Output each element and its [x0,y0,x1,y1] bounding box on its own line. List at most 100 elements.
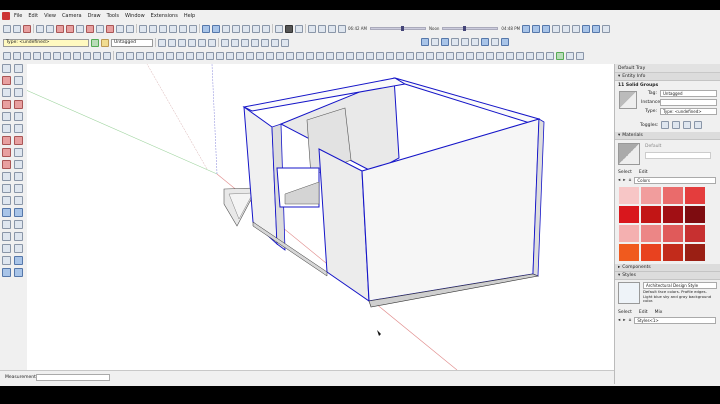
material-swatch[interactable] [685,244,705,261]
share-icon[interactable] [23,51,31,60]
array-icon[interactable] [336,51,344,60]
house-icon-4[interactable] [251,38,259,47]
line-icon[interactable] [36,24,44,33]
join-icon[interactable] [266,51,274,60]
instance-field[interactable] [660,98,717,106]
section-fill-icon[interactable] [491,38,499,46]
shadow-time-slider[interactable] [370,26,426,31]
front-view-icon[interactable] [542,24,551,33]
rectangle-tool-icon[interactable] [2,100,11,109]
styles-select-tab[interactable]: Select [618,310,632,315]
pan-tool-icon[interactable] [14,208,23,217]
look-around-icon[interactable] [328,24,336,33]
scale-tool-icon[interactable] [386,51,394,60]
axes-icon[interactable] [179,24,187,33]
shadow-receive-icon[interactable] [683,121,692,129]
export-icon[interactable] [486,51,494,60]
report-icon[interactable] [506,51,514,60]
model-viewport[interactable] [27,64,614,370]
top-view-icon[interactable] [532,24,541,33]
rotated-rect-icon[interactable] [14,100,23,109]
zoom-extents-icon[interactable] [232,24,240,33]
arc-icon[interactable] [46,24,54,33]
menu-camera[interactable]: Camera [62,13,82,19]
eraser-tool-icon[interactable] [14,76,23,85]
menu-view[interactable]: View [44,13,56,19]
zoom-tool-icon[interactable] [2,220,11,229]
house-icon-6[interactable] [271,38,279,47]
paste-in-place-icon[interactable] [376,51,384,60]
lock-icon[interactable] [206,51,214,60]
circle-tool-icon[interactable] [2,112,11,121]
material-swatch[interactable] [619,187,639,204]
tag-pencil-icon[interactable] [101,38,109,47]
material-collection-select[interactable]: Colors [634,176,716,184]
move-tool-icon[interactable] [2,136,11,145]
weld-icon[interactable] [256,51,264,60]
xray-icon[interactable] [582,24,591,33]
smoove-icon[interactable] [63,51,71,60]
offset-icon[interactable] [126,24,134,33]
material-name-field[interactable] [645,152,711,159]
camera-icon[interactable] [318,24,326,33]
visibility-toggle-icon[interactable] [694,121,703,129]
style-collection-select[interactable]: Styles<1> [634,316,716,324]
reverse-faces-icon[interactable] [226,51,234,60]
divide-icon[interactable] [276,51,284,60]
protractor-tool-icon[interactable] [2,184,11,193]
make-component-icon[interactable] [14,64,23,73]
house-icon-1[interactable] [221,38,229,47]
undo-icon[interactable] [242,24,250,33]
push-pull-icon[interactable] [86,24,94,33]
scene-icon[interactable] [466,51,474,60]
menu-window[interactable]: Window [125,13,145,19]
house-icon-3[interactable] [241,38,249,47]
scale-icon[interactable] [116,24,124,33]
zoom-window-icon[interactable] [14,220,23,229]
intersect-icon[interactable] [126,51,134,60]
shell-icon[interactable] [326,51,334,60]
forward-arrow-icon[interactable]: ▸ [623,178,625,183]
zoom-icon[interactable] [222,24,230,33]
material-swatch[interactable] [641,225,661,242]
follow-me-icon[interactable] [116,51,124,60]
layout-icon[interactable] [536,51,544,60]
display-icon[interactable] [421,38,429,46]
material-swatch[interactable] [641,187,661,204]
material-swatch[interactable] [663,206,683,223]
select-icon[interactable] [3,24,11,33]
styles-home-icon[interactable]: ⌂ [629,318,632,323]
smooth-icon[interactable] [146,51,154,60]
components-header[interactable]: ▸ Components [615,264,720,272]
section-tool-icon[interactable] [2,256,11,265]
lookaround-tool-icon[interactable] [14,244,23,253]
followme-tool-icon[interactable] [14,148,23,157]
solid-subtract-icon[interactable] [168,38,176,47]
tape-measure-icon[interactable] [139,24,147,33]
soften-icon[interactable] [136,51,144,60]
solid-split-icon[interactable] [198,38,206,47]
entity-info-header[interactable]: ▾ Entity Info [615,73,720,81]
orbit-tool-icon[interactable] [2,208,11,217]
component-icon[interactable] [186,51,194,60]
layer-visibility-icon[interactable] [91,38,99,47]
home-icon[interactable]: ⌂ [629,178,632,183]
align-icon[interactable] [346,51,354,60]
protractor-icon[interactable] [159,24,167,33]
orient-faces-icon[interactable] [236,51,244,60]
from-scratch-icon[interactable] [53,51,61,60]
material-swatch[interactable] [685,225,705,242]
explode-icon[interactable] [196,51,204,60]
extension-warehouse-icon[interactable] [13,51,21,60]
pushpull-tool-icon[interactable] [14,136,23,145]
redo-icon[interactable] [252,24,260,33]
material-swatch[interactable] [663,225,683,242]
polygon-icon[interactable] [76,24,84,33]
pan-icon[interactable] [212,24,220,33]
import-icon[interactable] [496,51,504,60]
from-contours-icon[interactable] [43,51,51,60]
extension-icon[interactable] [471,38,479,46]
play-icon[interactable] [275,24,283,33]
menu-draw[interactable]: Draw [88,13,101,19]
material-swatch-preview[interactable] [618,143,640,165]
